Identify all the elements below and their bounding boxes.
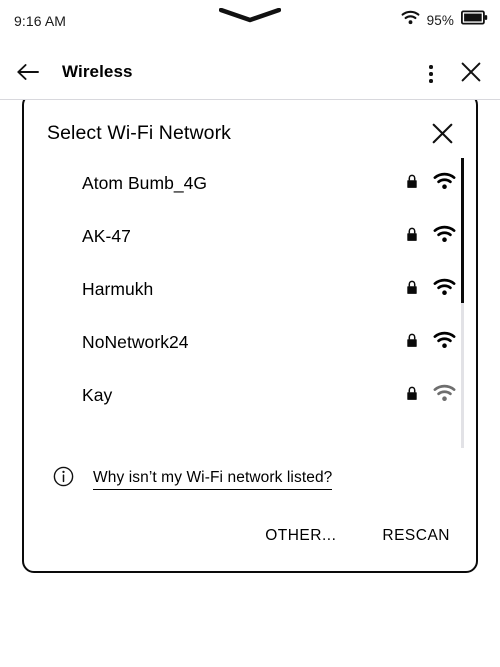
rescan-button[interactable]: RESCAN — [372, 520, 460, 552]
network-name: NoNetwork24 — [82, 332, 189, 352]
status-time: 9:16 AM — [14, 13, 67, 29]
other-button[interactable]: OTHER... — [255, 520, 346, 552]
network-list[interactable]: Atom Bumb_4G AK-47 Harmukh NoNetwork24 Kay — [24, 157, 476, 445]
status-indicators: 95% — [401, 10, 488, 30]
close-button[interactable] — [456, 59, 486, 89]
network-row[interactable]: AK-47 — [24, 210, 476, 263]
battery-percent-label: 95% — [426, 12, 454, 28]
network-row[interactable]: Kay — [24, 369, 476, 422]
device-screen: 9:16 AM 95% Wireless Select Wi-Fi Networ… — [0, 0, 500, 667]
wifi-signal-icon — [433, 384, 456, 407]
dialog-actions: OTHER... RESCAN — [255, 520, 460, 552]
network-row[interactable]: Atom Bumb_4G — [24, 157, 476, 210]
select-wifi-dialog: Select Wi-Fi Network Atom Bumb_4G AK-47 Ha… — [22, 93, 478, 573]
info-circle-icon — [53, 466, 74, 492]
network-row[interactable]: Harmukh — [24, 263, 476, 316]
divider-line — [0, 99, 500, 100]
dialog-title: Select Wi-Fi Network — [47, 122, 232, 144]
network-name: Atom Bumb_4G — [82, 173, 208, 193]
scrollbar-thumb[interactable] — [460, 158, 464, 303]
battery-full-icon — [460, 10, 488, 30]
network-row-icons — [406, 278, 476, 301]
wifi-signal-icon — [433, 172, 456, 195]
wifi-signal-icon — [433, 331, 456, 354]
network-row-icons — [406, 225, 476, 248]
dot — [429, 79, 433, 83]
network-name: AK-47 — [82, 226, 131, 246]
lock-icon — [406, 280, 418, 300]
close-icon — [431, 122, 454, 150]
lock-icon — [406, 174, 418, 194]
lock-icon — [406, 386, 418, 406]
page-title: Wireless — [62, 62, 133, 81]
more-vertical-icon[interactable] — [418, 60, 444, 88]
network-row-icons — [406, 331, 476, 354]
network-name: Kay — [82, 385, 113, 405]
status-bar: 9:16 AM 95% — [0, 0, 500, 48]
network-row-icons — [406, 172, 476, 195]
why-not-listed-link[interactable]: Why isn’t my Wi-Fi network listed? — [93, 469, 333, 490]
help-row[interactable]: Why isn’t my Wi-Fi network listed? — [53, 466, 333, 492]
network-row[interactable]: NoNetwork24 — [24, 316, 476, 369]
lock-icon — [406, 333, 418, 353]
chevron-down-handle-icon[interactable] — [218, 7, 282, 29]
lock-icon — [406, 227, 418, 247]
dot — [429, 72, 433, 76]
dot — [429, 65, 433, 69]
dialog-top-mask — [0, 93, 500, 100]
wifi-signal-icon — [433, 278, 456, 301]
network-name: Harmukh — [82, 279, 154, 299]
network-row-icons — [406, 384, 476, 407]
app-header: Wireless — [0, 48, 500, 99]
arrow-left-icon — [16, 62, 40, 87]
close-icon — [460, 61, 482, 88]
wifi-signal-icon — [433, 225, 456, 248]
back-button[interactable] — [13, 59, 43, 89]
dialog-close-button[interactable] — [426, 120, 458, 152]
wifi-icon — [401, 10, 420, 30]
